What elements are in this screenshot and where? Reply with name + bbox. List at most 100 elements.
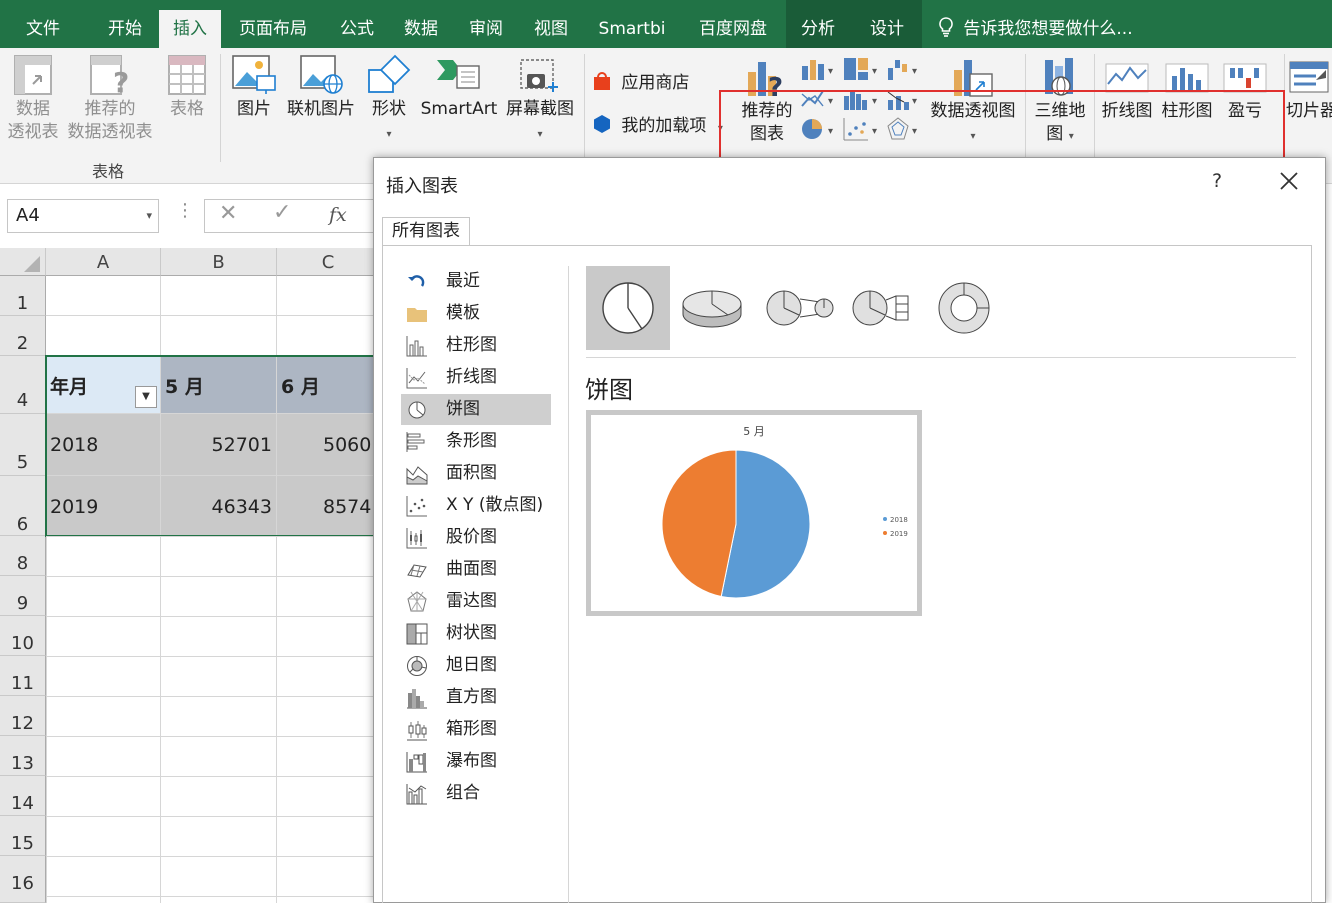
tab-review[interactable]: 审阅	[455, 10, 517, 48]
subtype-3d-pie[interactable]	[670, 266, 754, 350]
row-header[interactable]: 10	[0, 616, 46, 656]
cancel-icon[interactable]: ✕	[219, 201, 237, 226]
category-line[interactable]: 折线图	[401, 362, 551, 393]
column-header-c[interactable]: C	[277, 248, 380, 276]
tell-me-box[interactable]: 告诉我您想要做什么...	[938, 10, 1133, 48]
cell[interactable]	[161, 316, 277, 356]
screenshot-button[interactable]: 屏幕截图 ▾	[500, 54, 580, 146]
category-label: 瀑布图	[446, 751, 497, 771]
worksheet-grid[interactable]: A B C 1 2 4 5 6 8 9 10 11 12 13 14 15 16…	[0, 248, 381, 903]
column-chart-small-icon[interactable]: ▾	[800, 56, 838, 82]
pivot-table-label-2: 透视表	[7, 122, 59, 142]
subtype-pie-of-pie[interactable]	[754, 266, 838, 350]
store-button[interactable]: 应用商店	[592, 68, 689, 93]
category-sunburst[interactable]: 旭日图	[401, 650, 551, 681]
cell[interactable]	[161, 276, 277, 316]
category-stock[interactable]: 股价图	[401, 522, 551, 553]
row-header[interactable]: 1	[0, 276, 46, 316]
category-box-whisker[interactable]: 箱形图	[401, 714, 551, 745]
empty-grid[interactable]	[46, 536, 380, 903]
store-icon	[594, 72, 610, 90]
tab-all-charts[interactable]: 所有图表	[382, 217, 470, 246]
my-addins-button[interactable]: 我的加载项 ▾	[592, 111, 723, 136]
slicer-button[interactable]: 切片器	[1286, 56, 1332, 123]
subtype-bar-of-pie[interactable]	[838, 266, 922, 350]
row-header[interactable]: 16	[0, 856, 46, 903]
area-chart-icon	[406, 466, 428, 485]
category-surface[interactable]: 曲面图	[401, 554, 551, 585]
cell[interactable]	[277, 276, 380, 316]
category-treemap[interactable]: 树状图	[401, 618, 551, 649]
slicer-label: 切片器	[1286, 101, 1332, 121]
smartart-button[interactable]: SmartArt	[418, 54, 500, 121]
subtype-doughnut[interactable]	[922, 266, 1006, 350]
category-label: 雷达图	[446, 591, 497, 611]
tab-page-layout[interactable]: 页面布局	[228, 10, 318, 48]
category-waterfall[interactable]: 瀑布图	[401, 746, 551, 777]
online-picture-button[interactable]: 联机图片	[284, 54, 358, 121]
picture-button[interactable]: 图片	[228, 54, 280, 121]
row-header[interactable]: 13	[0, 736, 46, 776]
help-button[interactable]: ?	[1212, 170, 1222, 192]
row-header[interactable]: 2	[0, 316, 46, 356]
folder-icon	[407, 308, 427, 322]
cell[interactable]	[277, 316, 380, 356]
row-header[interactable]: 14	[0, 776, 46, 816]
row-header[interactable]: 6	[0, 476, 46, 536]
chevron-down-icon[interactable]: ▾	[146, 200, 152, 232]
insert-chart-dialog: 插入图表 ? 所有图表 最近 模板 柱形图 折线图 饼图 条形图 面积图 X Y…	[373, 157, 1326, 903]
store-label: 应用商店	[621, 73, 690, 93]
column-header-b[interactable]: B	[161, 248, 277, 276]
row-header[interactable]: 4	[0, 356, 46, 414]
cell[interactable]	[46, 316, 161, 356]
category-histogram[interactable]: 直方图	[401, 682, 551, 713]
tab-view[interactable]: 视图	[520, 10, 582, 48]
select-all-corner[interactable]	[0, 248, 46, 276]
row-header[interactable]: 11	[0, 656, 46, 696]
waterfall-chart-small-icon[interactable]: ▾	[886, 56, 924, 82]
category-templates[interactable]: 模板	[401, 298, 551, 329]
category-combo[interactable]: 组合	[401, 778, 551, 809]
category-recent[interactable]: 最近	[401, 266, 551, 297]
recommended-pivot-button[interactable]: ? 推荐的 数据透视表	[64, 54, 156, 144]
name-box[interactable]: A4 ▾	[7, 199, 159, 233]
table-button[interactable]: 表格	[160, 54, 214, 121]
category-area[interactable]: 面积图	[401, 458, 551, 489]
category-column[interactable]: 柱形图	[401, 330, 551, 361]
tab-baidu-netdisk[interactable]: 百度网盘	[690, 10, 776, 48]
category-radar[interactable]: 雷达图	[401, 586, 551, 617]
category-scatter[interactable]: X Y (散点图)	[401, 490, 551, 521]
cell[interactable]	[46, 276, 161, 316]
tab-insert[interactable]: 插入	[159, 10, 221, 48]
combo-chart-icon	[406, 784, 427, 805]
column-header-a[interactable]: A	[46, 248, 161, 276]
tab-data[interactable]: 数据	[390, 10, 452, 48]
formula-input-area[interactable]: ✕ ✓ fx	[204, 199, 384, 233]
row-header[interactable]: 15	[0, 816, 46, 856]
category-bar[interactable]: 条形图	[401, 426, 551, 457]
row-header[interactable]: 5	[0, 414, 46, 476]
tab-file[interactable]: 文件	[10, 10, 76, 48]
category-pie[interactable]: 饼图	[401, 394, 551, 425]
tab-design[interactable]: 设计	[857, 10, 917, 48]
tab-home[interactable]: 开始	[92, 10, 158, 48]
screenshot-icon	[520, 59, 558, 92]
group-separator	[584, 54, 585, 162]
pivot-table-button[interactable]: 数据 透视表	[4, 54, 62, 144]
tab-analyze[interactable]: 分析	[788, 10, 848, 48]
row-header[interactable]: 12	[0, 696, 46, 736]
hierarchy-chart-small-icon[interactable]: ▾	[842, 56, 882, 82]
legend-label: 2018	[890, 516, 908, 524]
tab-formulas[interactable]: 公式	[326, 10, 388, 48]
enter-icon[interactable]: ✓	[273, 200, 291, 225]
subtype-pie[interactable]	[586, 266, 670, 350]
more-options-icon[interactable]: ⋮	[176, 200, 194, 221]
chart-preview[interactable]: 5 月 2018 2019	[586, 410, 922, 616]
tab-smartbi[interactable]: Smartbi	[590, 10, 674, 48]
shapes-button[interactable]: 形状 ▾	[362, 54, 416, 146]
insert-function-icon[interactable]: fx	[329, 204, 347, 226]
close-icon[interactable]	[1278, 170, 1300, 192]
name-box-value: A4	[16, 205, 40, 226]
row-header[interactable]: 9	[0, 576, 46, 616]
row-header[interactable]: 8	[0, 536, 46, 576]
